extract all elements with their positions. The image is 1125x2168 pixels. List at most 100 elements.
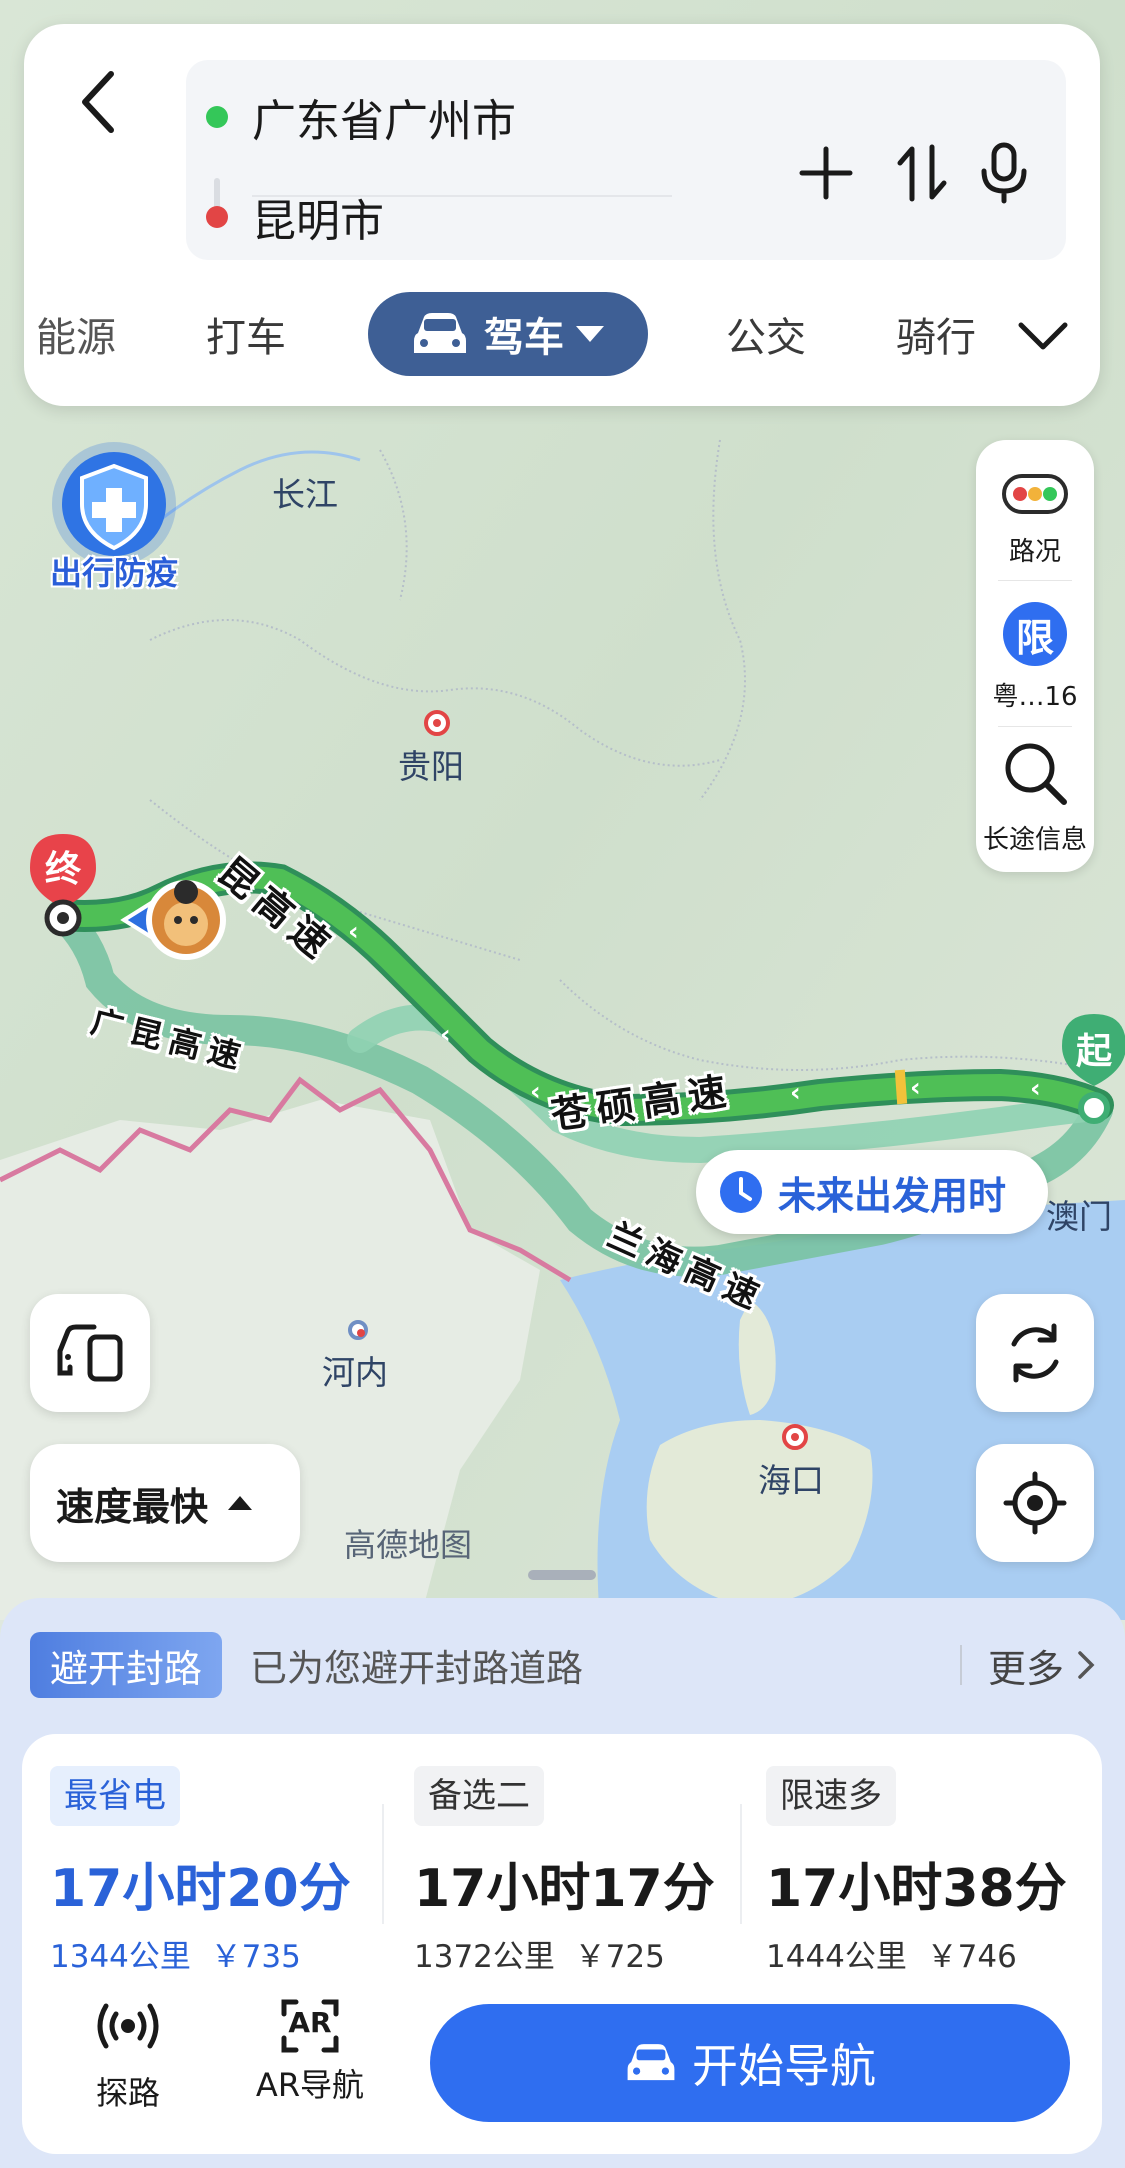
destination-row[interactable]: 昆明市 [206,182,384,252]
route-cost: ￥725 [574,1939,665,1975]
future-departure-button[interactable]: 未来出发用时 [696,1150,1048,1234]
car-icon [627,2044,675,2081]
future-departure-label: 未来出发用时 [778,1173,1007,1218]
destination-dot-icon [206,206,228,228]
svg-text:‹: ‹ [348,917,359,947]
traffic-button[interactable]: 路况 [976,474,1094,568]
epidemic-badge[interactable]: 出行防疫 [34,440,194,600]
route-search-card: 广东省广州市 昆明市 能源 打车 驾车 公交 骑行 [24,24,1100,406]
route-tag: 限速多 [766,1766,896,1826]
svg-text:‹: ‹ [440,1020,451,1050]
refresh-icon [1011,1323,1059,1383]
chevron-right-icon [1078,1651,1095,1679]
start-marker[interactable]: 起 [1060,1012,1125,1124]
ar-navigation-button[interactable]: AR AR导航 [240,1998,380,2106]
map-label-guiyang: 贵阳 [398,747,464,786]
route-meta: 1344公里 ￥735 [50,1931,380,1976]
notice-badge: 避开封路 [30,1632,223,1698]
locate-me-button[interactable] [976,1444,1094,1562]
transport-tabs: 能源 打车 驾车 公交 骑行 [24,292,1100,376]
restriction-button[interactable]: 限 粤…16 [976,602,1094,713]
route-meta: 1372公里 ￥725 [414,1931,744,1976]
origin-row[interactable]: 广东省广州市 [206,82,516,152]
route-option-1[interactable]: 最省电 17小时20分 1344公里 ￥735 [50,1766,380,1976]
start-navigation-label: 开始导航 [692,2039,876,2093]
locate-icon [1003,1471,1067,1535]
back-button[interactable] [62,62,132,142]
route-cost: ￥746 [926,1939,1017,1975]
avatar-icon [120,880,226,960]
refresh-route-button[interactable] [976,1294,1094,1412]
side-divider [998,580,1072,581]
map-watermark: 高德地图 [344,1526,473,1564]
route-preference-dropdown[interactable]: 速度最快 [30,1444,300,1562]
swap-icon [897,144,947,202]
long-trip-label: 长途信息 [982,825,1087,855]
route-points-box: 广东省广州市 昆明市 [186,60,1066,260]
start-navigation-button[interactable]: 开始导航 [430,2004,1070,2122]
tab-drive-label: 驾车 [484,315,564,361]
microphone-icon [981,142,1027,204]
tab-taxi[interactable]: 打车 [206,292,286,376]
svg-text:‹: ‹ [530,1077,541,1107]
sheet-handle[interactable] [528,1570,596,1580]
svg-text:‹: ‹ [1030,1074,1041,1104]
city-marker-hanoi [348,1320,368,1340]
route-option-3[interactable]: 限速多 17小时38分 1444公里 ￥746 [766,1766,1096,1976]
route-tag: 备选二 [414,1766,544,1826]
road-closure-notice[interactable]: 避开封路 已为您避开封路道路 更多 [30,1632,1096,1698]
route-distance: 1344公里 [50,1939,191,1975]
map-label-haikou: 海口 [758,1461,824,1500]
route-duration: 17小时20分 [50,1859,351,1919]
map-label-yangtze: 长江 [272,475,338,514]
ar-icon: AR [280,1998,340,2054]
restriction-label: 粤…16 [992,682,1078,712]
car-icon [414,313,466,353]
end-marker[interactable]: 终 [26,832,100,937]
map-side-tools: 路况 限 粤…16 长途信息 [976,440,1094,872]
start-marker-label: 起 [1075,1031,1112,1072]
explore-road-button[interactable]: 探路 [58,1998,198,2114]
map-label-hanoi: 河内 [322,1353,388,1392]
tab-drive[interactable]: 驾车 [368,292,648,376]
clock-icon [720,1171,762,1213]
destination-field[interactable]: 昆明市 [252,185,384,249]
explore-road-label: 探路 [95,2074,160,2112]
restriction-icon: 限 [1003,602,1067,666]
search-icon [1005,743,1067,805]
city-marker-guiyang [424,710,450,736]
add-waypoint-button[interactable] [786,118,866,228]
origin-field[interactable]: 广东省广州市 [252,85,516,149]
svg-text:‹: ‹ [790,1078,801,1108]
swap-route-button[interactable] [882,118,962,228]
route-cost: ￥735 [210,1939,301,1975]
caret-up-icon [228,1496,253,1510]
city-marker-haikou [782,1424,808,1450]
route-duration: 17小时38分 [766,1859,1067,1919]
tab-transit[interactable]: 公交 [726,292,806,376]
notice-more-button[interactable]: 更多 [959,1645,1096,1691]
route-option-2[interactable]: 备选二 17小时17分 1372公里 ￥725 [414,1766,744,1976]
map-label-macau: 澳门 [1046,1197,1112,1236]
ar-icon-text: AR [288,2006,332,2039]
route-divider [740,1804,742,1924]
chevron-left-icon [82,71,114,133]
end-marker-label: 终 [44,849,81,890]
caret-down-icon [576,326,604,342]
origin-dot-icon [206,106,228,128]
epidemic-badge-label: 出行防疫 [49,554,178,592]
current-location-avatar[interactable] [120,878,230,968]
voice-input-button[interactable] [964,118,1044,228]
route-divider [382,1804,384,1924]
tab-cycling[interactable]: 骑行 [896,292,976,376]
notice-text: 已为您避开封路道路 [250,1647,584,1690]
more-tabs-button[interactable] [1008,306,1078,366]
tab-energy[interactable]: 能源 [36,292,116,376]
route-preference-label: 速度最快 [56,1484,209,1529]
chevron-down-icon [1018,322,1068,350]
car-preference-button[interactable] [30,1294,150,1412]
svg-text:‹: ‹ [910,1073,921,1103]
long-trip-info-button[interactable]: 长途信息 [976,740,1094,856]
broadcast-icon [97,2003,159,2049]
route-distance: 1444公里 [766,1939,907,1975]
